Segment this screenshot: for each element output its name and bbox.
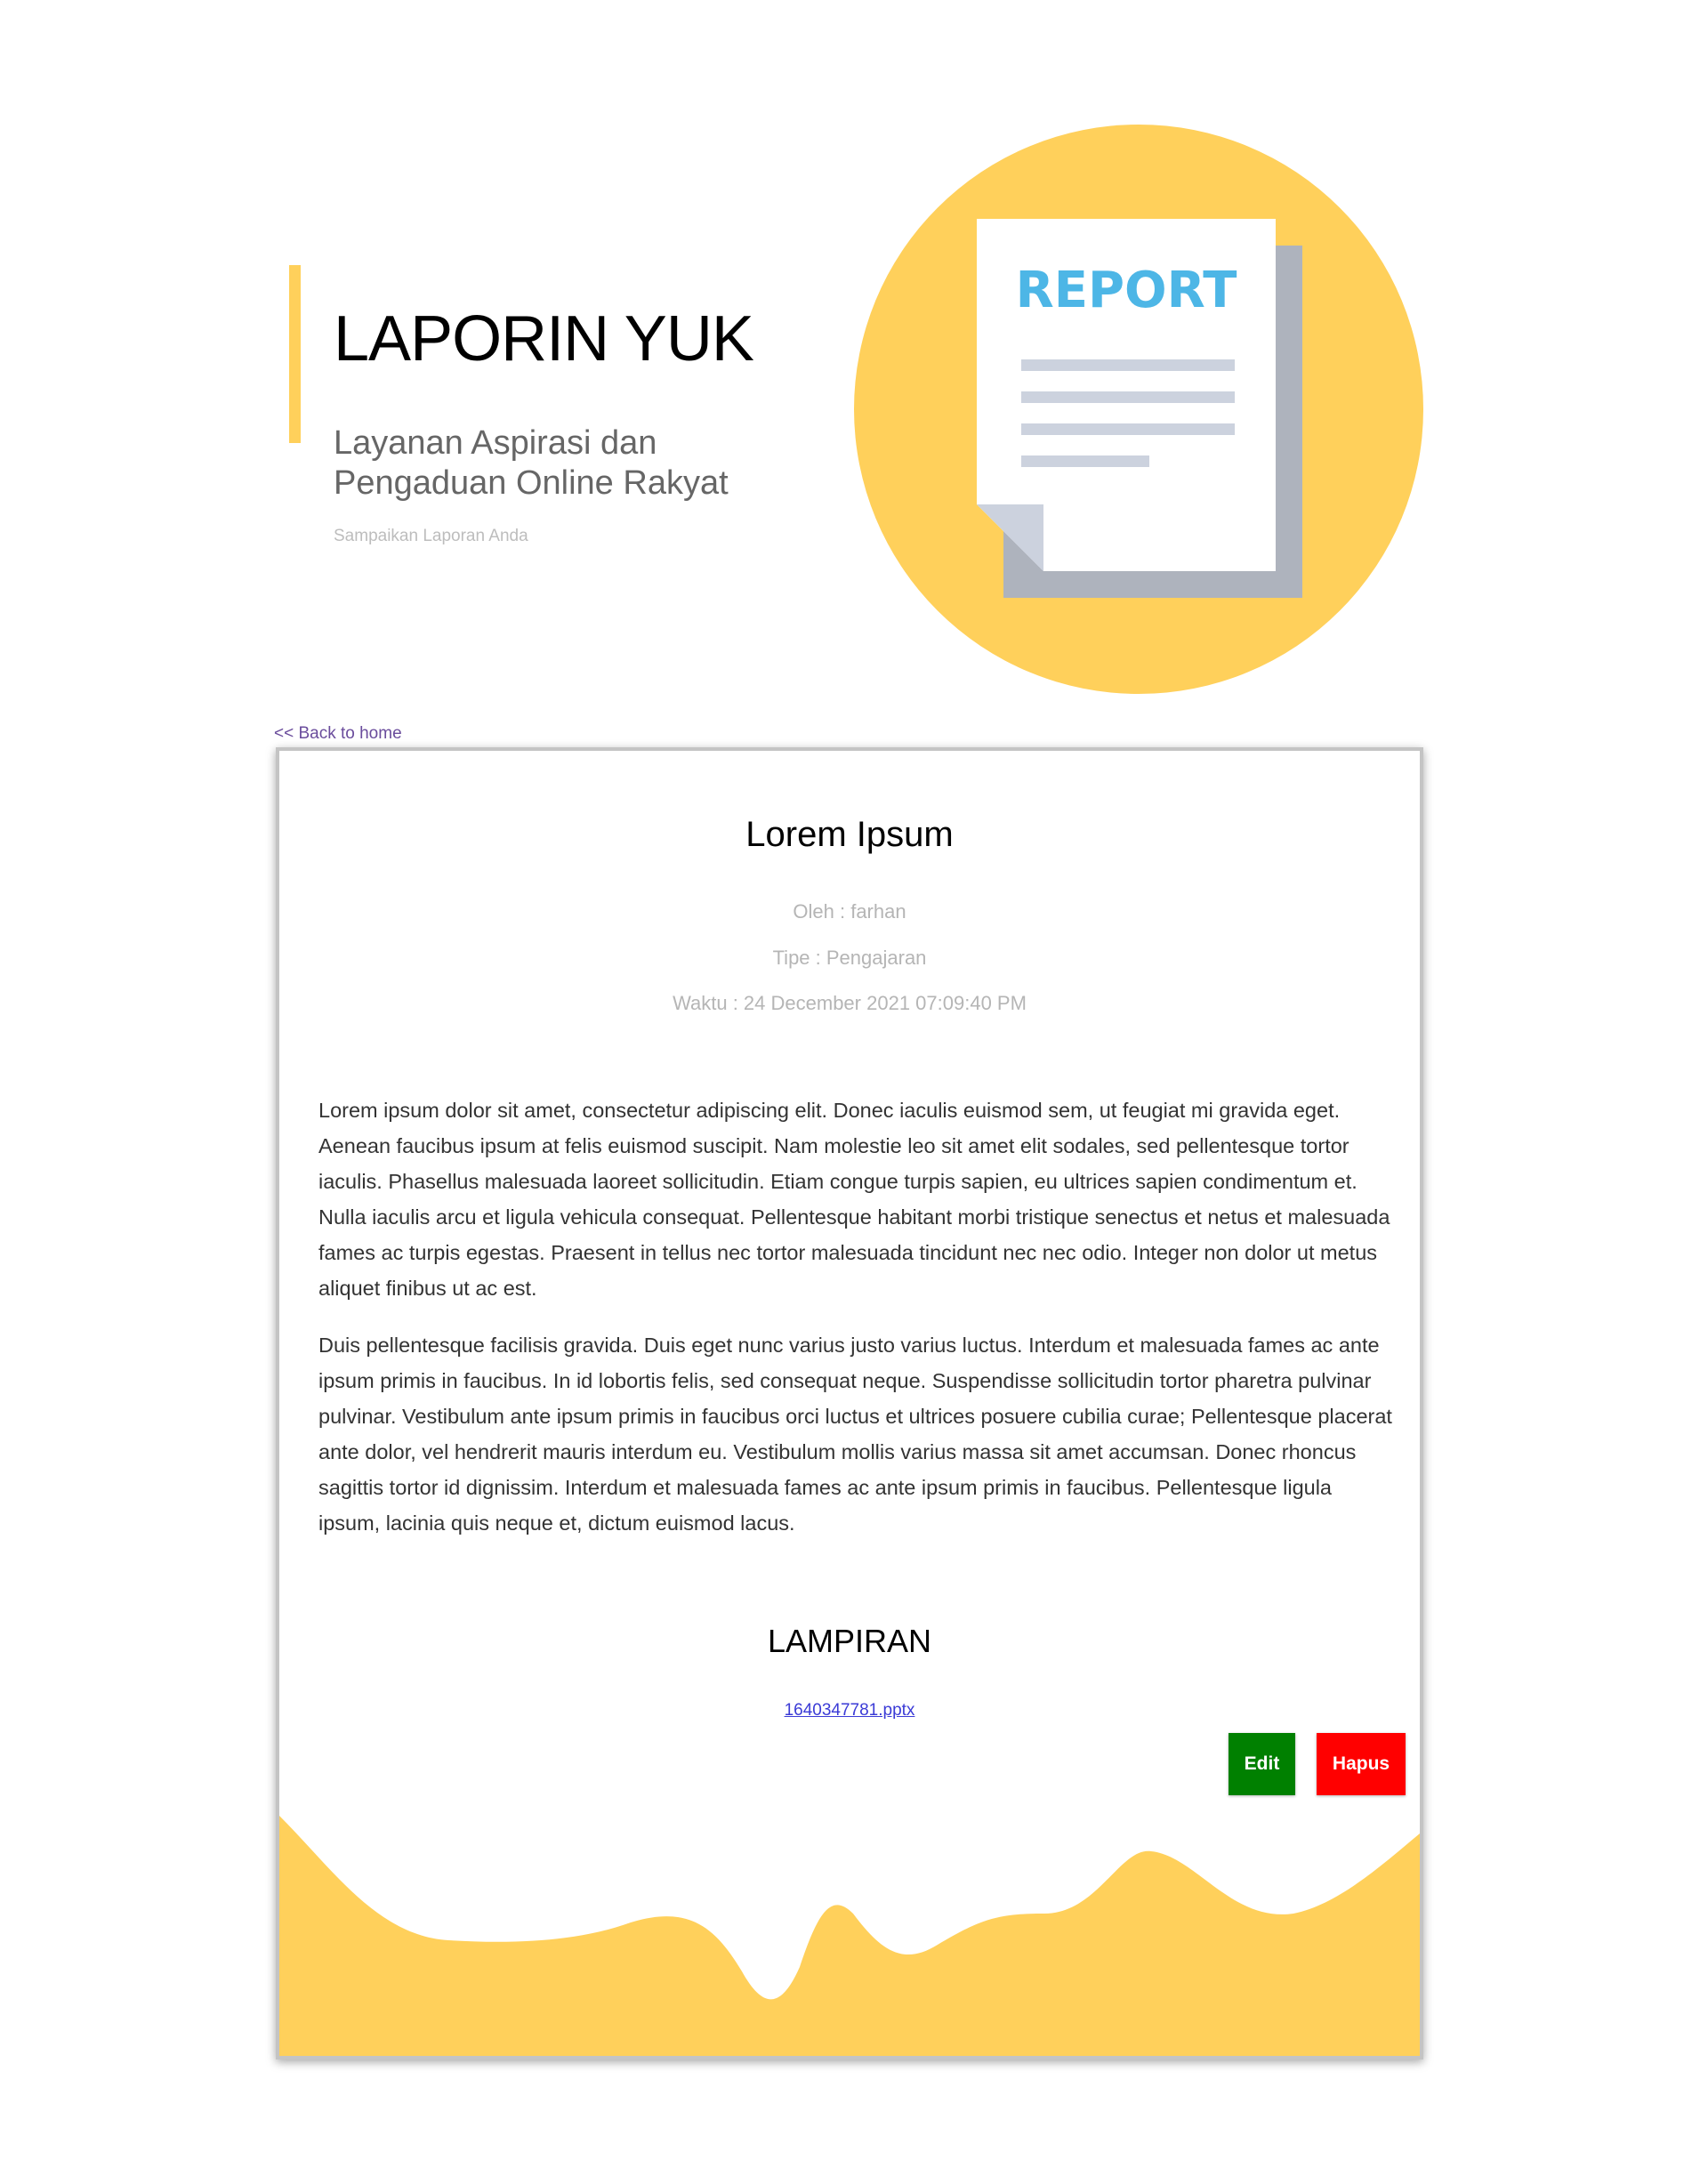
report-document-icon: REPORT [854,125,1423,694]
report-paragraph: Lorem ipsum dolor sit amet, consectetur … [318,1099,1390,1300]
site-title: LAPORIN YUK [334,303,754,375]
back-to-home-link[interactable]: << Back to home [274,724,402,744]
attachment-link-wrapper: 1640347781.pptx [279,1701,1420,1721]
report-title: Lorem Ipsum [745,815,954,854]
site-subtitle: Layanan Aspirasi dan Pengaduan Online Ra… [334,424,729,502]
edit-button[interactable]: Edit [1229,1733,1295,1795]
report-time: Waktu : 24 December 2021 07:09:40 PM [673,992,1027,1014]
report-label: REPORT [1016,262,1237,319]
report-paragraph: Duis pellentesque facilisis gravida. Dui… [318,1334,1392,1535]
hero-accent-bar [289,265,301,443]
report-author: Oleh : farhan [793,900,906,923]
report-type: Tipe : Pengajaran [772,947,927,969]
attachment-heading: LAMPIRAN [767,1623,932,1659]
report-card: Lorem Ipsum Oleh : farhan Tipe : Pengaja… [276,747,1423,2059]
site-tagline: Sampaikan Laporan Anda [334,527,528,545]
delete-button[interactable]: Hapus [1317,1733,1406,1795]
decorative-wave [279,1816,1420,2056]
attachment-file-link[interactable]: 1640347781.pptx [785,1701,915,1720]
